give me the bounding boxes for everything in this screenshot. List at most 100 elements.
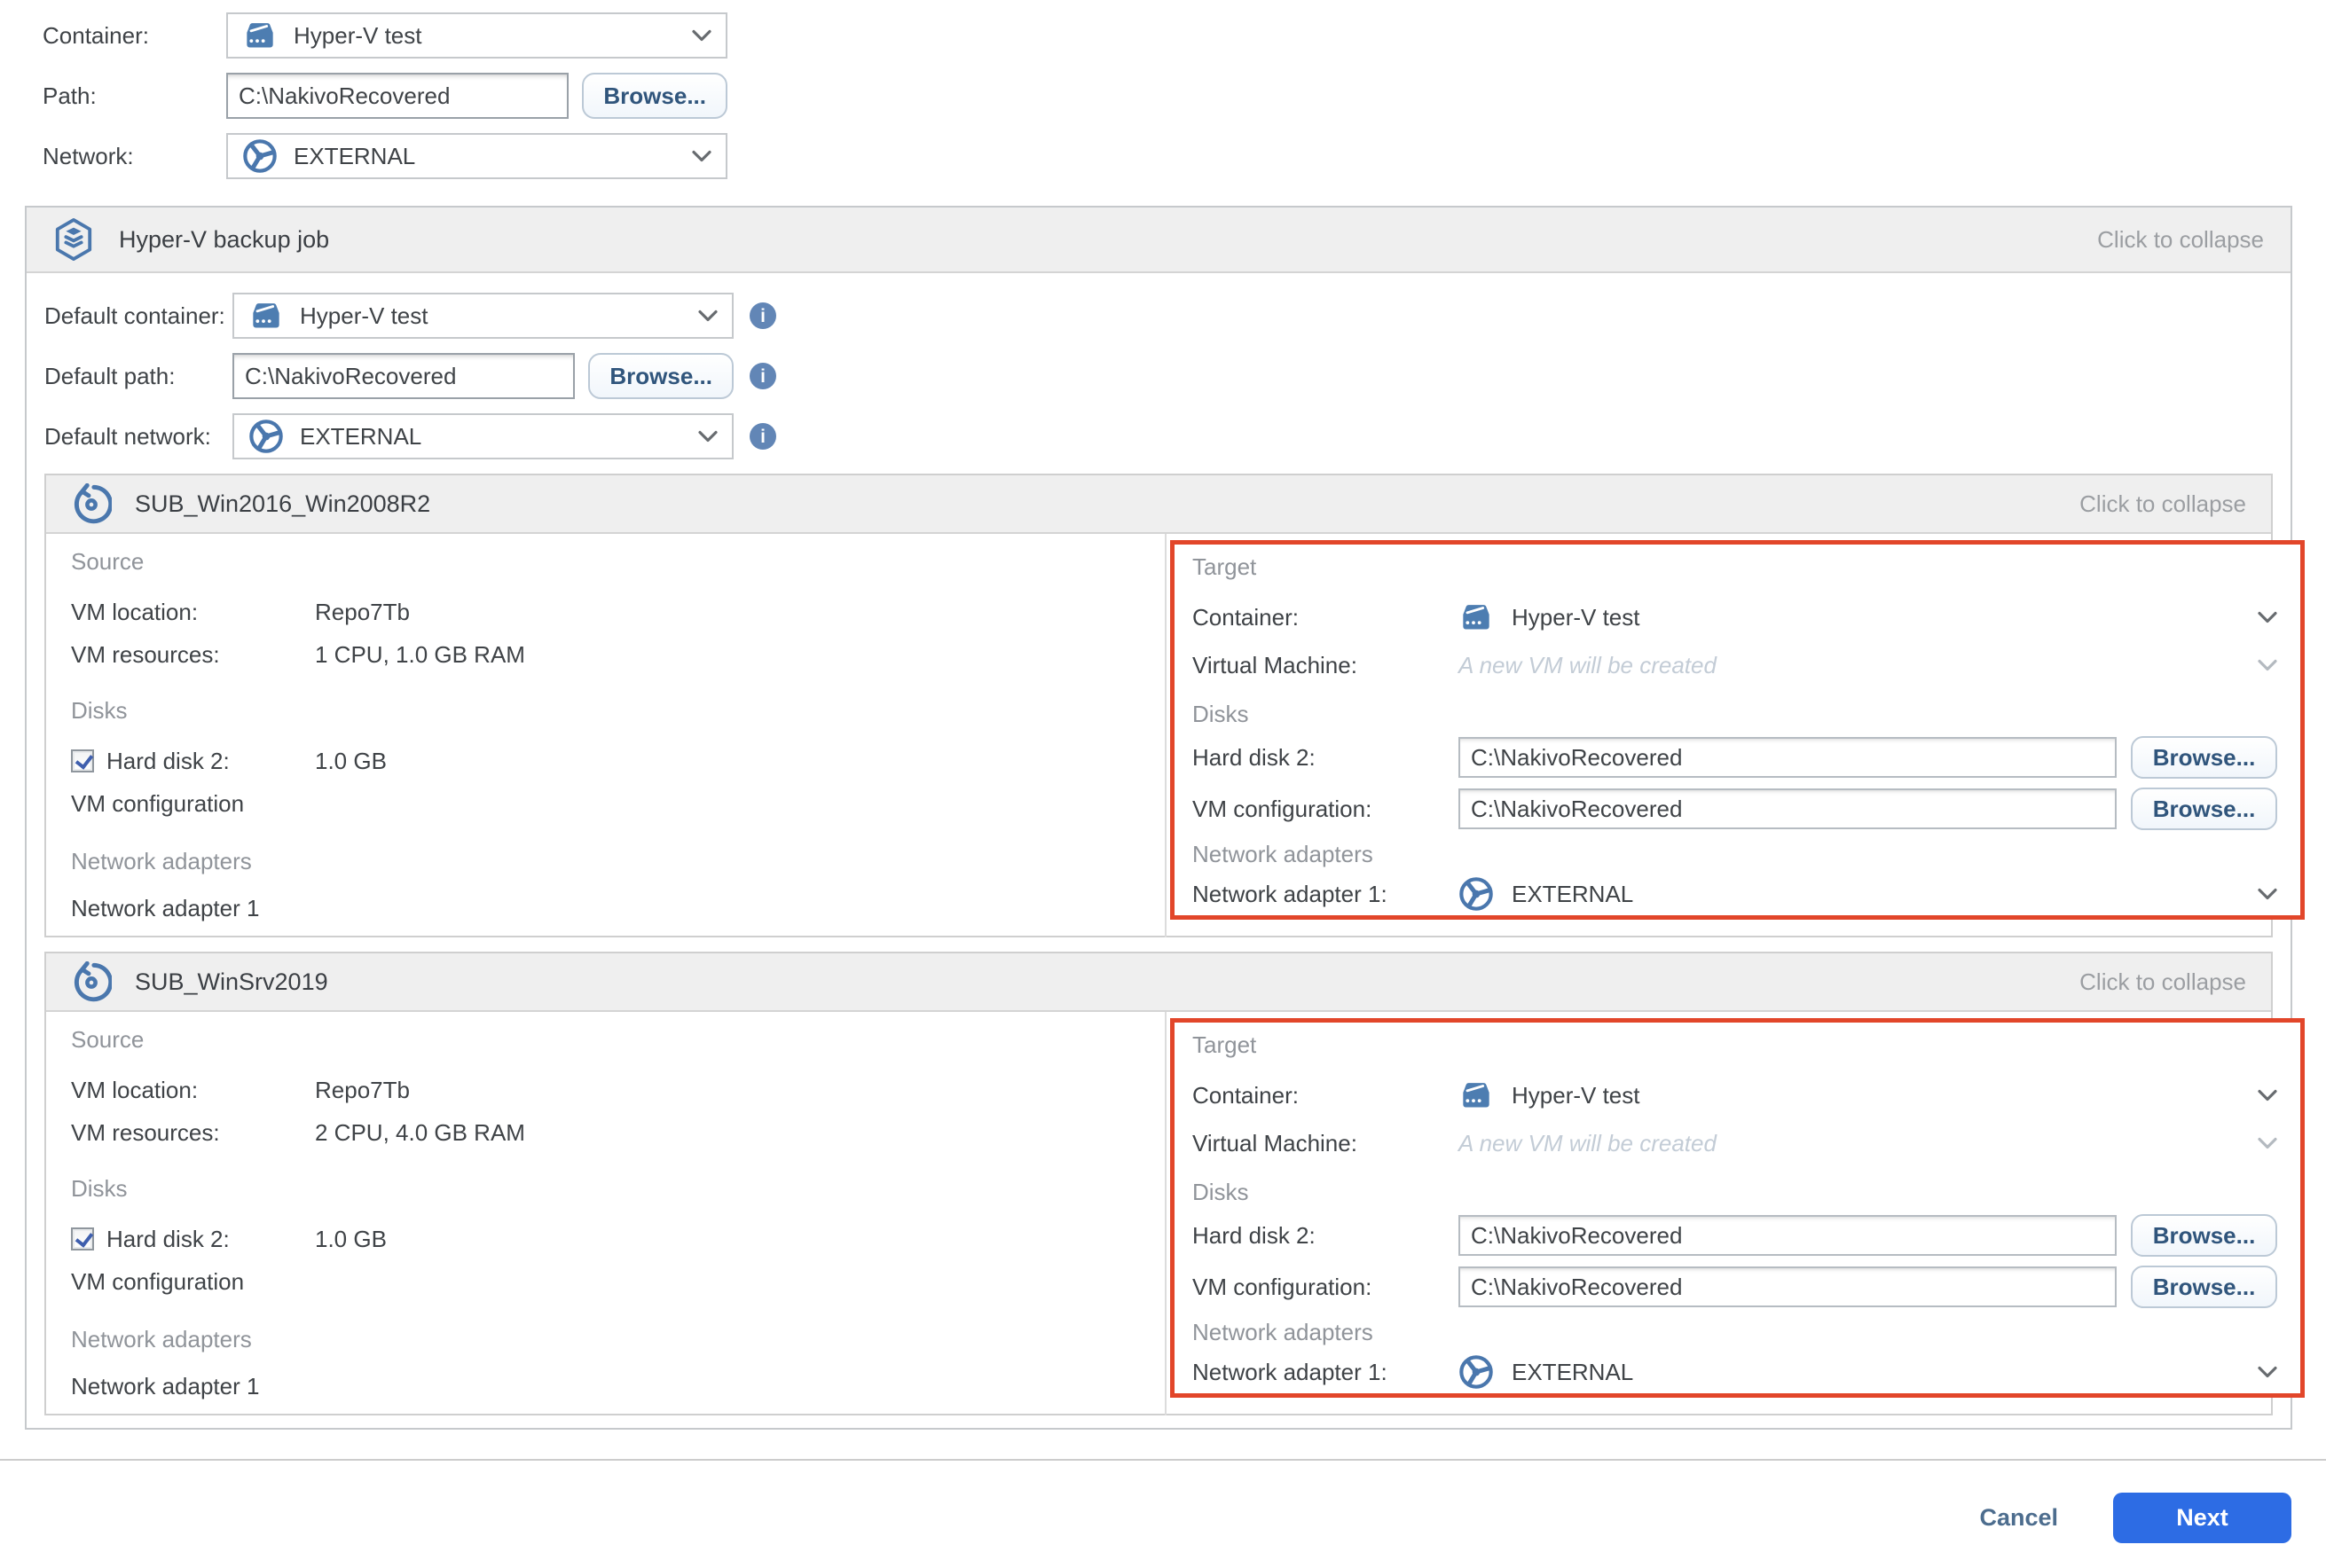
- vm-name: SUB_Win2016_Win2008R2: [135, 490, 430, 518]
- vm-resources-label: VM resources:: [71, 641, 315, 669]
- target-hard-disk-label: Hard disk 2:: [1192, 744, 1458, 772]
- chevron-down-icon: [2258, 659, 2277, 671]
- virtual-machine-placeholder: A new VM will be created: [1458, 652, 1717, 679]
- default-path-input[interactable]: [232, 353, 575, 399]
- hard-disk-label: Hard disk 2:: [106, 748, 315, 775]
- vm-location-value: Repo7Tb: [315, 1077, 410, 1104]
- target-hard-disk-label: Hard disk 2:: [1192, 1222, 1458, 1250]
- target-panel-highlighted: Target Container: Hyper-V test Virt: [1170, 1018, 2305, 1398]
- network-adapter-label: Network adapter 1:: [1192, 1359, 1458, 1386]
- target-container-value: Hyper-V test: [1512, 604, 1640, 631]
- vm-header[interactable]: SUB_WinSrv2019 Click to collapse: [46, 953, 2271, 1012]
- browse-button[interactable]: Browse...: [582, 73, 727, 119]
- network-row: Network: EXTERNAL: [43, 133, 727, 179]
- hard-disk-path-input[interactable]: [1458, 737, 2117, 778]
- hard-disk-path-input[interactable]: [1458, 1215, 2117, 1256]
- path-label: Path:: [43, 82, 226, 110]
- chevron-down-icon: [2258, 1137, 2277, 1149]
- job-panel-body: Default container: Hyper-V test Default …: [27, 273, 2291, 1415]
- recovery-icon: [71, 961, 112, 1002]
- target-section-label: Target: [1192, 1031, 2277, 1058]
- chevron-down-icon: [2258, 888, 2277, 900]
- vm-header[interactable]: SUB_Win2016_Win2008R2 Click to collapse: [46, 475, 2271, 534]
- chevron-down-icon: [692, 29, 711, 42]
- cancel-button[interactable]: Cancel: [1979, 1504, 2058, 1532]
- target-container-value: Hyper-V test: [1512, 1082, 1640, 1109]
- collapse-hint: Click to collapse: [2079, 968, 2246, 996]
- hyperv-backup-job-panel: Hyper-V backup job Click to collapse Def…: [25, 206, 2292, 1430]
- info-icon[interactable]: [750, 302, 776, 329]
- target-network-adapter-dropdown[interactable]: Network adapter 1: EXTERNAL: [1192, 1351, 2277, 1393]
- collapse-hint: Click to collapse: [2097, 226, 2264, 254]
- target-network-adapter-dropdown[interactable]: Network adapter 1: EXTERNAL: [1192, 873, 2277, 915]
- virtual-machine-label: Virtual Machine:: [1192, 652, 1458, 679]
- container-row: Container: Hyper-V test: [43, 12, 727, 59]
- target-vm-config-label: VM configuration:: [1192, 796, 1458, 823]
- default-network-row: Default network: EXTERNAL: [44, 413, 2273, 459]
- footer-actions: Cancel Next: [1979, 1493, 2291, 1543]
- default-network-label: Default network:: [44, 423, 232, 451]
- vm-name: SUB_WinSrv2019: [135, 968, 328, 996]
- network-adapter-value: EXTERNAL: [1512, 881, 1633, 908]
- chevron-down-icon: [698, 430, 718, 443]
- target-container-label: Container:: [1192, 1082, 1458, 1109]
- vm-config-path-input[interactable]: [1458, 1266, 2117, 1307]
- target-container-label: Container:: [1192, 604, 1458, 631]
- chevron-down-icon: [692, 150, 711, 162]
- browse-button[interactable]: Browse...: [2131, 1214, 2277, 1257]
- disks-section-label: Disks: [71, 1175, 1165, 1202]
- network-icon: [242, 138, 278, 174]
- info-icon[interactable]: [750, 363, 776, 389]
- vm-configuration-label: VM configuration: [71, 790, 315, 818]
- target-panel-highlighted: Target Container: Hyper-V test Virt: [1170, 540, 2305, 920]
- hard-disk-size: 1.0 GB: [315, 1226, 387, 1253]
- default-network-dropdown[interactable]: EXTERNAL: [232, 413, 734, 459]
- browse-button[interactable]: Browse...: [2131, 736, 2277, 779]
- default-network-value: EXTERNAL: [300, 423, 421, 451]
- source-section-label: Source: [71, 1026, 1165, 1053]
- container-drive-icon: [248, 301, 284, 331]
- chevron-down-icon: [698, 310, 718, 322]
- network-dropdown-value: EXTERNAL: [294, 143, 415, 170]
- vm-location-label: VM location:: [71, 1077, 315, 1104]
- default-container-value: Hyper-V test: [300, 302, 428, 330]
- target-container-dropdown[interactable]: Container: Hyper-V test: [1192, 1072, 2277, 1118]
- browse-button[interactable]: Browse...: [2131, 1266, 2277, 1308]
- vm-box-sub-win2016: SUB_Win2016_Win2008R2 Click to collapse …: [44, 474, 2273, 937]
- network-adapters-section-label: Network adapters: [71, 848, 1165, 874]
- recovery-wizard-page: Container: Hyper-V test Path: Browse... …: [0, 0, 2326, 1568]
- browse-button[interactable]: Browse...: [2131, 788, 2277, 830]
- next-button[interactable]: Next: [2113, 1493, 2291, 1543]
- vm-location-label: VM location:: [71, 599, 315, 626]
- browse-button[interactable]: Browse...: [588, 353, 734, 399]
- hard-disk-checkbox-checked[interactable]: [71, 749, 94, 772]
- vm-config-path-input[interactable]: [1458, 788, 2117, 829]
- info-icon[interactable]: [750, 423, 776, 450]
- default-container-dropdown[interactable]: Hyper-V test: [232, 293, 734, 339]
- network-label: Network:: [43, 143, 226, 170]
- vm-resources-value: 1 CPU, 1.0 GB RAM: [315, 641, 525, 669]
- backup-job-icon: [53, 217, 94, 262]
- network-adapter-label: Network adapter 1: [71, 1373, 315, 1400]
- source-panel: Source VM location:Repo7Tb VM resources:…: [46, 1012, 1167, 1415]
- source-section-label: Source: [71, 548, 1165, 575]
- collapse-hint: Click to collapse: [2079, 490, 2246, 518]
- target-container-dropdown[interactable]: Container: Hyper-V test: [1192, 594, 2277, 640]
- target-vm-dropdown-disabled[interactable]: Virtual Machine: A new VM will be create…: [1192, 644, 2277, 686]
- hard-disk-checkbox-checked[interactable]: [71, 1227, 94, 1250]
- default-container-row: Default container: Hyper-V test: [44, 293, 2273, 339]
- path-input[interactable]: [226, 73, 569, 119]
- vm-resources-value: 2 CPU, 4.0 GB RAM: [315, 1119, 525, 1147]
- hard-disk-size: 1.0 GB: [315, 748, 387, 775]
- job-panel-header[interactable]: Hyper-V backup job Click to collapse: [27, 208, 2291, 273]
- target-network-adapters-label: Network adapters: [1192, 1319, 2277, 1345]
- network-icon: [1458, 1354, 1494, 1390]
- path-row: Path: Browse...: [43, 73, 727, 119]
- default-container-label: Default container:: [44, 302, 232, 330]
- target-vm-dropdown-disabled[interactable]: Virtual Machine: A new VM will be create…: [1192, 1122, 2277, 1164]
- container-dropdown[interactable]: Hyper-V test: [226, 12, 727, 59]
- network-dropdown[interactable]: EXTERNAL: [226, 133, 727, 179]
- job-panel-title: Hyper-V backup job: [119, 226, 329, 254]
- container-dropdown-value: Hyper-V test: [294, 22, 422, 50]
- network-adapters-section-label: Network adapters: [71, 1326, 1165, 1352]
